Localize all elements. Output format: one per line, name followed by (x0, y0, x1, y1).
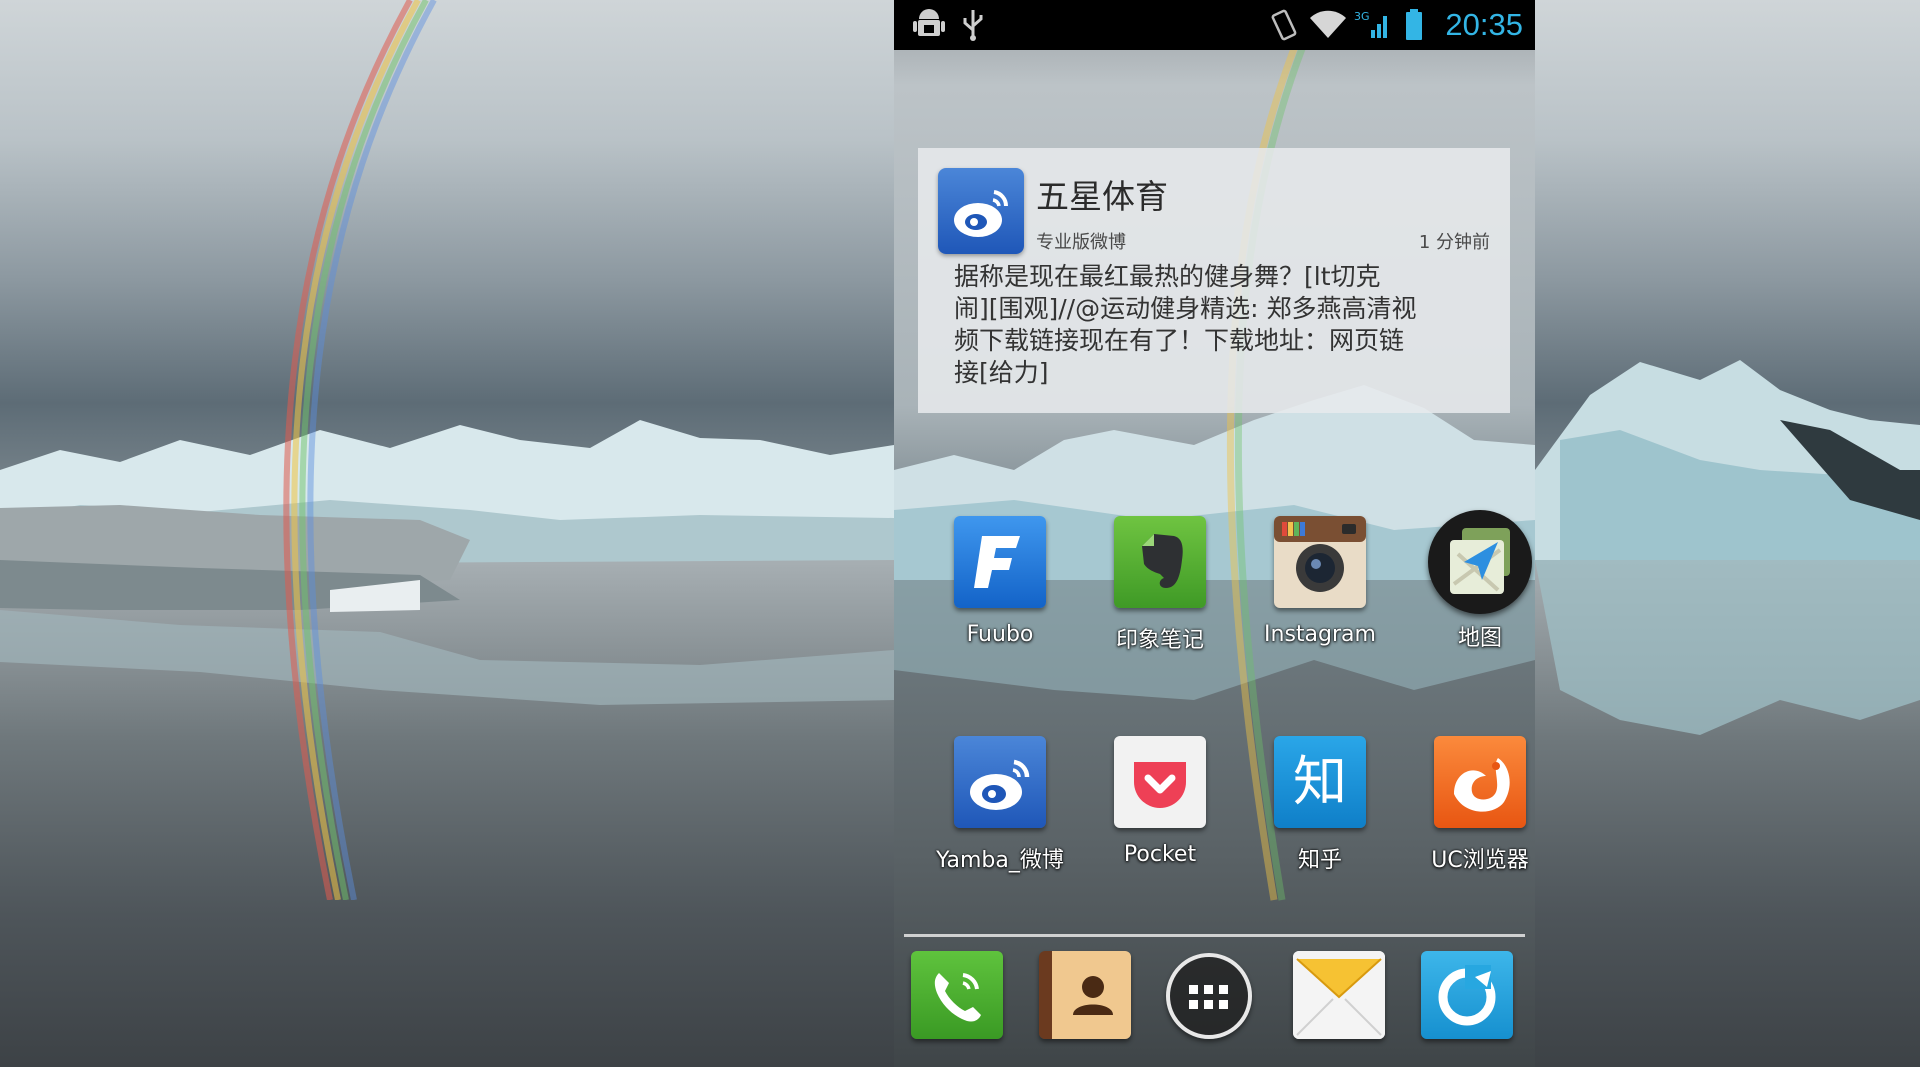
widget-source: 专业版微博 (1036, 232, 1126, 253)
vibrate-icon (1266, 8, 1302, 42)
post-line: 频下载链接现在有了！下载地址：网页链 (954, 326, 1405, 355)
app-label: Instagram (1264, 622, 1376, 647)
widget-title: 五星体育 (1036, 177, 1168, 216)
wifi-icon (1308, 8, 1348, 42)
status-bar: 3G 20:35 (894, 0, 1535, 50)
messaging-icon[interactable] (1293, 951, 1385, 1039)
network-type-label: 3G (1354, 10, 1370, 23)
app-label: 印象笔记 (1115, 628, 1204, 653)
android-debug-icon (910, 8, 948, 42)
signal-icon: 3G (1354, 8, 1392, 42)
app-label: Pocket (1123, 842, 1197, 867)
instagram-icon (1274, 516, 1366, 608)
zhihu-glyph: 知 (1293, 750, 1347, 813)
app-yamba-weibo[interactable]: Yamba_微博 (925, 736, 1075, 874)
usb-icon (958, 8, 988, 42)
app-pocket[interactable]: Pocket (1085, 736, 1235, 867)
post-line: 接[给力] (954, 358, 1049, 387)
weibo-icon (954, 736, 1046, 828)
weibo-app-icon (938, 168, 1024, 254)
app-zhihu[interactable]: 知 知乎 (1245, 736, 1395, 874)
post-line: 据称是现在最红最热的健身舞？[lt切克 (954, 262, 1381, 291)
fuubo-icon (954, 516, 1046, 608)
battery-icon (1402, 8, 1426, 42)
contacts-icon[interactable] (1039, 951, 1131, 1039)
app-uc-browser[interactable]: UC浏览器 (1405, 736, 1535, 874)
widget-timestamp: 1 分钟前 (1418, 232, 1490, 253)
weibo-widget[interactable]: 五星体育 专业版微博 1 分钟前 据称是现在最红最热的健身舞？[lt切克 闹][… (918, 148, 1510, 413)
app-maps-folder[interactable]: 地图 (1405, 510, 1535, 652)
post-line: 闹][围观]//@运动健身精选: 郑多燕高清视 (954, 294, 1417, 323)
browser-icon[interactable] (1421, 951, 1513, 1039)
phone-home-screen: 3G 20:35 五星体育 专业版微博 1 分钟前 据称是现在最红最热的健身舞？… (894, 0, 1535, 1067)
rainbow (283, 0, 437, 900)
app-evernote[interactable]: 印象笔记 (1085, 516, 1235, 654)
uc-browser-icon (1434, 736, 1526, 828)
pocket-icon (1114, 736, 1206, 828)
app-fuubo[interactable]: Fuubo (925, 516, 1075, 647)
widget-post-text: 据称是现在最红最热的健身舞？[lt切克 闹][围观]//@运动健身精选: 郑多燕… (954, 261, 1474, 389)
dock-divider (904, 934, 1525, 937)
maps-folder-icon (1428, 510, 1532, 614)
zhihu-icon: 知 (1274, 736, 1366, 828)
app-label: UC浏览器 (1431, 848, 1529, 873)
status-clock: 20:35 (1445, 7, 1523, 42)
evernote-icon (1114, 516, 1206, 608)
app-label: 知乎 (1297, 848, 1342, 873)
app-instagram[interactable]: Instagram (1245, 516, 1395, 647)
phone-icon[interactable] (911, 951, 1003, 1039)
app-label: Yamba_微博 (936, 848, 1064, 873)
app-label: 地图 (1457, 626, 1502, 651)
app-drawer-icon[interactable] (1166, 953, 1252, 1039)
app-label: Fuubo (966, 622, 1034, 647)
